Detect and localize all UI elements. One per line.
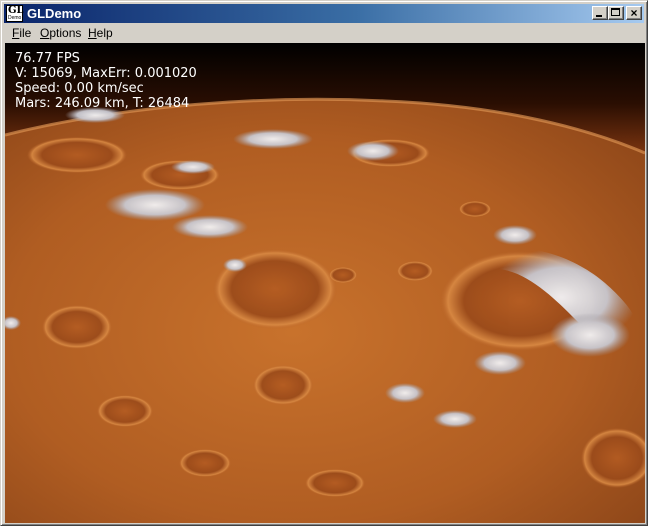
- menu-help[interactable]: Help: [84, 25, 117, 41]
- menu-file-label: ile: [19, 26, 32, 40]
- speed-readout: Speed: 0.00 km/sec: [15, 81, 144, 96]
- opengl-viewport[interactable]: 76.77 FPS V: 15069, MaxErr: 0.001020 Spe…: [5, 43, 645, 523]
- menu-bar: File Options Help: [4, 24, 644, 42]
- minimize-icon: [596, 15, 602, 17]
- app-window: GL Demo GLDemo × File Options Help 76.77…: [0, 0, 648, 526]
- menu-file[interactable]: File: [8, 25, 35, 41]
- icon-text-demo: Demo: [8, 15, 22, 21]
- window-title: GLDemo: [27, 6, 82, 21]
- mars-terrain-render: [5, 43, 645, 523]
- menu-options[interactable]: Options: [36, 25, 85, 41]
- title-bar[interactable]: GL Demo GLDemo ×: [4, 4, 644, 23]
- fps-readout: 76.77 FPS: [15, 51, 80, 66]
- vertex-error-readout: V: 15069, MaxErr: 0.001020: [15, 66, 197, 81]
- maximize-icon: [611, 8, 620, 16]
- minimize-button[interactable]: [592, 6, 608, 20]
- close-icon: ×: [630, 6, 638, 20]
- menu-options-accel: O: [40, 26, 50, 40]
- close-button[interactable]: ×: [626, 6, 642, 20]
- hud-overlay: 76.77 FPS V: 15069, MaxErr: 0.001020 Spe…: [15, 51, 197, 111]
- menu-options-label: ptions: [49, 26, 82, 40]
- menu-help-accel: H: [88, 26, 97, 40]
- altitude-time-readout: Mars: 246.09 km, T: 26484: [15, 96, 190, 111]
- menu-help-label: elp: [96, 26, 113, 40]
- gl-demo-icon[interactable]: GL Demo: [6, 5, 24, 22]
- maximize-button[interactable]: [608, 6, 624, 20]
